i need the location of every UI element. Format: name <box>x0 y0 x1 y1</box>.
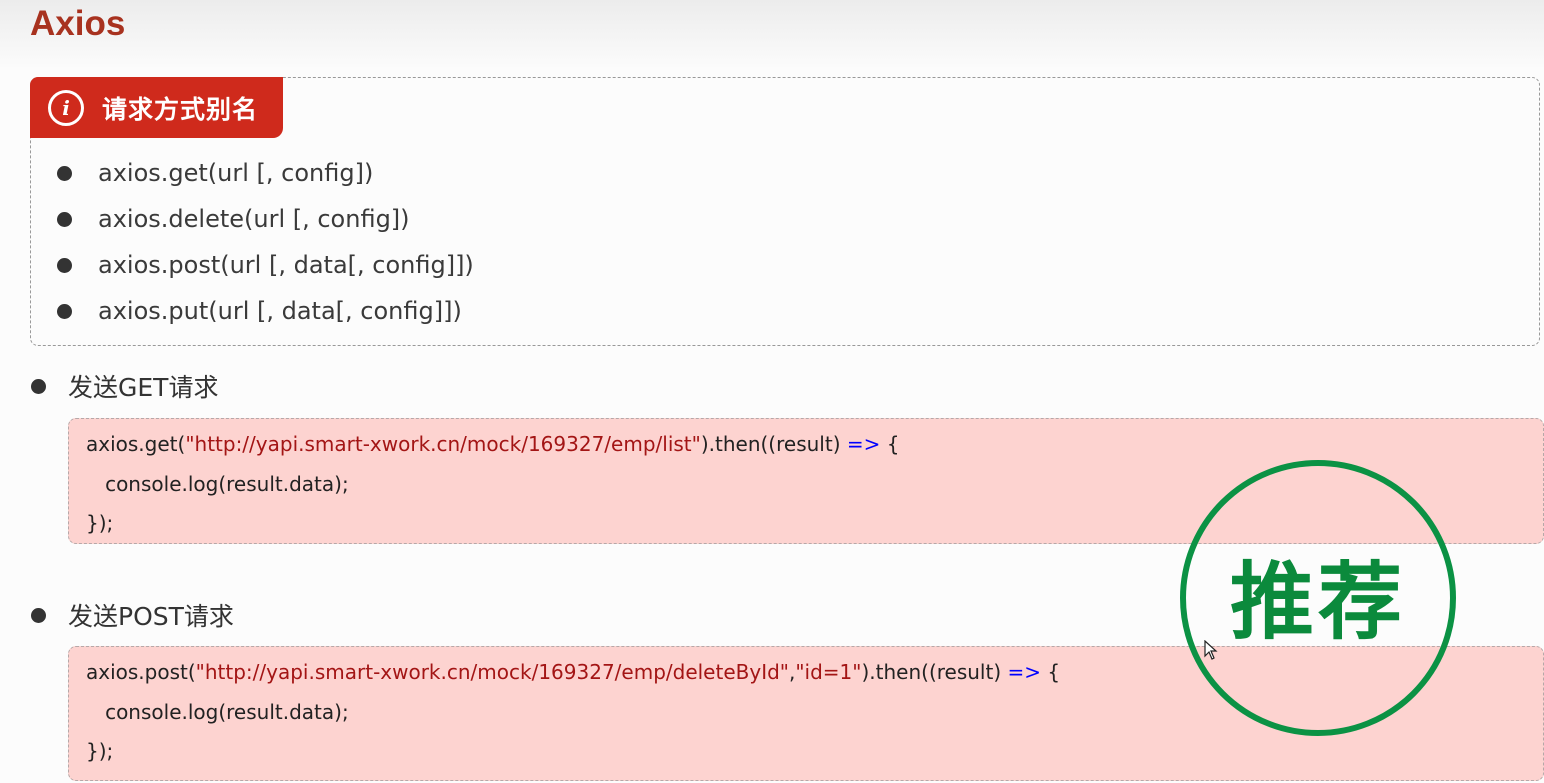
bullet-icon <box>31 378 46 394</box>
alias-list: axios.get(url [, config]) axios.delete(u… <box>57 150 474 334</box>
alias-tag-label: 请求方式别名 <box>102 94 259 124</box>
post-heading-text: 发送POST请求 <box>68 602 234 631</box>
bullet-icon <box>57 257 72 273</box>
bullet-icon <box>57 303 72 319</box>
alias-method: axios.put(url [, data[, config]]) <box>98 297 462 325</box>
stamp-text: 推荐 <box>1229 552 1406 651</box>
get-section-heading: 发送GET请求 <box>31 368 218 404</box>
list-item: axios.post(url [, data[, config]]) <box>57 242 474 288</box>
arrow-token: => <box>846 432 881 456</box>
recommend-stamp: 推荐 <box>1180 460 1456 736</box>
bullet-icon <box>57 165 72 181</box>
post-section-heading: 发送POST请求 <box>31 597 234 633</box>
arrow-token: => <box>1007 660 1042 684</box>
mouse-cursor-icon <box>1204 640 1218 660</box>
body-string: "id=1" <box>795 660 862 684</box>
code-line: }); <box>86 739 114 763</box>
url-string: "http://yapi.smart-xwork.cn/mock/169327/… <box>185 432 701 456</box>
list-item: axios.delete(url [, config]) <box>57 196 474 242</box>
list-item: axios.put(url [, data[, config]]) <box>57 288 474 334</box>
list-item: axios.get(url [, config]) <box>57 150 474 196</box>
alias-method: axios.post(url [, data[, config]]) <box>98 251 474 279</box>
info-icon: i <box>48 89 84 126</box>
url-string: "http://yapi.smart-xwork.cn/mock/169327/… <box>195 660 789 684</box>
alias-method: axios.get(url [, config]) <box>98 159 374 187</box>
bullet-icon <box>31 607 46 623</box>
bullet-icon <box>57 211 72 227</box>
alias-tag: i 请求方式别名 <box>30 77 283 138</box>
header-band <box>0 0 1544 70</box>
alias-method: axios.delete(url [, config]) <box>98 205 410 233</box>
get-heading-text: 发送GET请求 <box>68 373 219 402</box>
page-title: Axios <box>30 4 126 43</box>
